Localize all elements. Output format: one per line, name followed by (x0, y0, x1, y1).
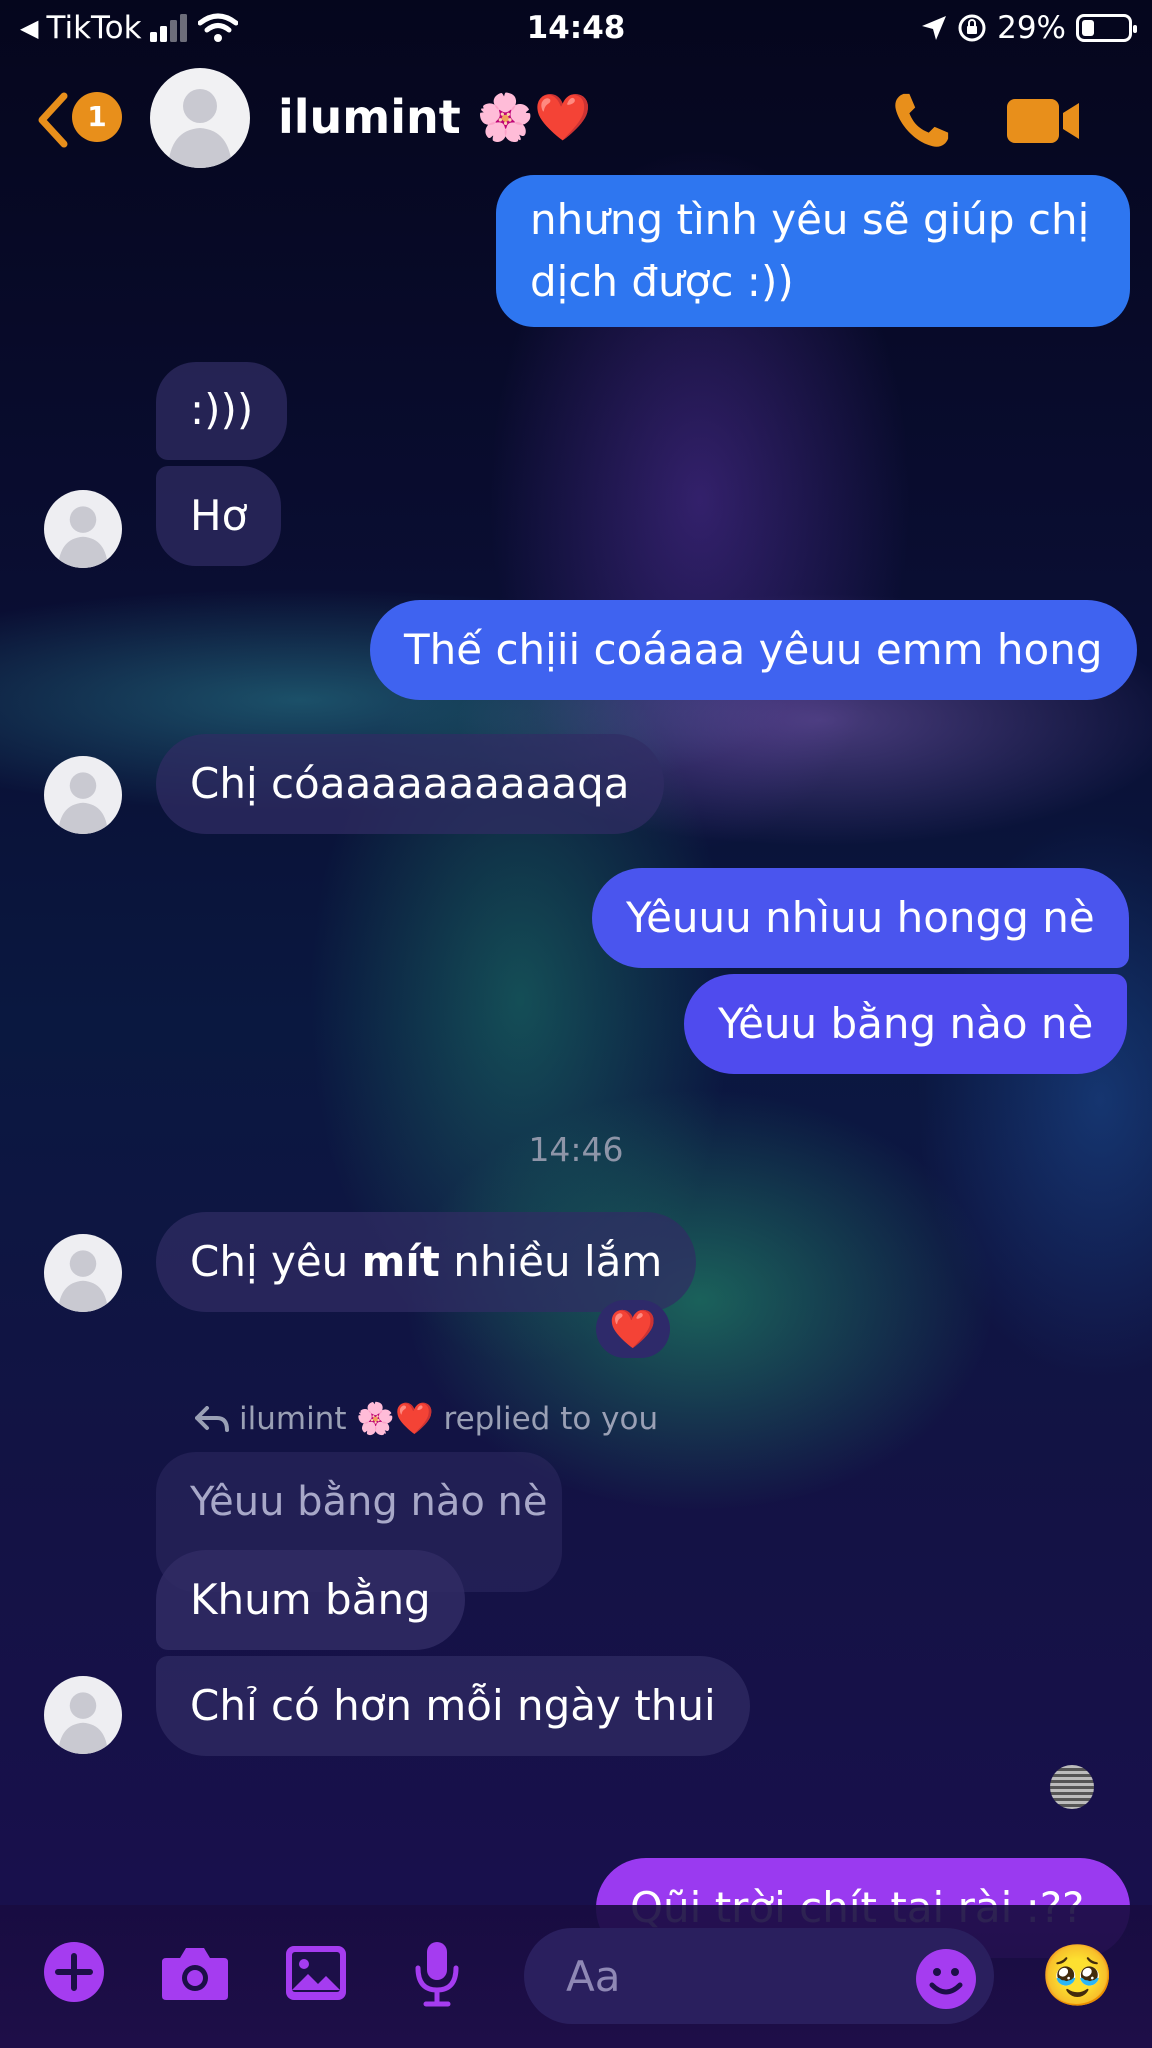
unread-badge: 1 (72, 92, 122, 142)
photo-gallery-icon[interactable] (284, 1944, 348, 2002)
default-avatar-icon (58, 1692, 108, 1754)
quick-reaction-emoji[interactable]: 🥹 (1040, 1940, 1115, 2011)
default-avatar-icon (168, 89, 232, 168)
rotation-lock-icon (958, 14, 986, 42)
message-text-bold: mít (361, 1237, 440, 1286)
quoted-text: Yêuu bằng nào nè (190, 1479, 548, 1525)
message-outgoing[interactable]: Yêuuu nhìuu hongg nè (592, 868, 1129, 968)
message-outgoing[interactable]: Thế chịii coáaaa yêuu emm hong (370, 600, 1137, 700)
message-incoming[interactable]: :))) (156, 362, 288, 460)
message-text: Chị cóaaaaaaaaaaqa (190, 759, 630, 808)
reply-note-name: ilumint 🌸❤️ (239, 1401, 434, 1437)
message-incoming[interactable]: Chỉ có hơn mỗi ngày thui (156, 1656, 750, 1756)
microphone-icon[interactable] (412, 1940, 462, 2008)
status-bar: ◀ TikTok 14:48 29% (0, 0, 1152, 58)
contact-avatar-small[interactable] (44, 490, 122, 568)
message-timestamp: 14:46 (528, 1130, 624, 1169)
message-text: dịch được :)) (530, 257, 794, 306)
default-avatar-icon (58, 1250, 108, 1312)
message-incoming[interactable]: Chị cóaaaaaaaaaaqa (156, 734, 664, 834)
plus-icon[interactable] (42, 1940, 106, 2004)
heart-reaction[interactable]: ❤️ (596, 1300, 670, 1358)
reply-arrow-icon (195, 1405, 229, 1432)
contact-avatar[interactable] (150, 68, 250, 168)
video-call-icon[interactable] (1005, 95, 1081, 147)
message-text: Yêuuu nhìuu hongg nè (626, 893, 1095, 942)
message-text: nhiều lắm (439, 1237, 663, 1286)
default-avatar-icon (58, 506, 108, 568)
message-text: Hơ (190, 491, 248, 540)
chat-header: 1 ilumint 🌸❤️ (0, 60, 1152, 180)
reply-indicator: ilumint 🌸❤️ replied to you (195, 1400, 658, 1437)
message-text: Khum bằng (190, 1575, 431, 1624)
message-outgoing[interactable]: nhưng tình yêu sẽ giúp chị dịch được :)) (496, 175, 1130, 327)
contact-avatar-small[interactable] (44, 1234, 122, 1312)
back-chevron-icon[interactable] (34, 90, 74, 150)
message-text: :))) (190, 385, 254, 434)
reply-note-suffix: replied to you (443, 1400, 659, 1437)
message-text: nhưng tình yêu sẽ giúp chị (530, 195, 1090, 244)
battery-icon (1076, 14, 1137, 42)
message-text: Yêuu bằng nào nè (718, 999, 1094, 1048)
message-incoming[interactable]: Khum bằng (156, 1550, 465, 1650)
location-arrow-icon (922, 16, 947, 40)
message-incoming[interactable]: Chị yêu mít nhiều lắm (156, 1212, 697, 1312)
contact-avatar-small[interactable] (44, 756, 122, 834)
message-incoming[interactable]: Hơ (156, 466, 282, 566)
message-outgoing[interactable]: Yêuu bằng nào nè (684, 974, 1128, 1074)
contact-name[interactable]: ilumint 🌸❤️ (278, 90, 591, 145)
message-input-placeholder: Aa (566, 1952, 621, 2001)
contact-avatar-small[interactable] (44, 1676, 122, 1754)
message-text: Thế chịii coáaaa yêuu emm hong (404, 625, 1103, 674)
seen-avatar-indicator (1050, 1765, 1094, 1809)
battery-percent: 29% (997, 10, 1066, 46)
phone-call-icon[interactable] (890, 90, 952, 152)
camera-icon[interactable] (160, 1944, 230, 2002)
default-avatar-icon (58, 772, 108, 834)
emoji-picker-icon[interactable] (914, 1947, 978, 2011)
message-text: Chị yêu (190, 1237, 362, 1286)
message-text: Chỉ có hơn mỗi ngày thui (190, 1681, 716, 1730)
